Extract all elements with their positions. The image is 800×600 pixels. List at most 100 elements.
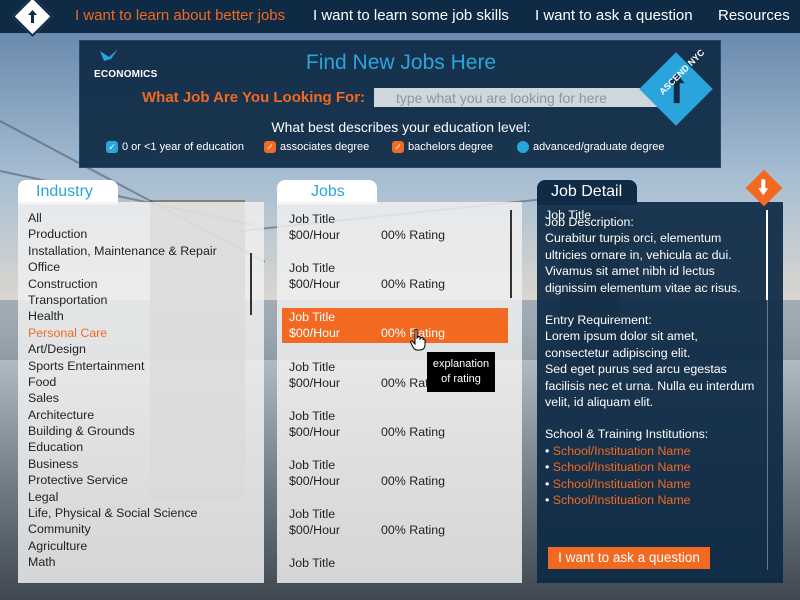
- job-list-item[interactable]: Job Title $00/Hour 00% Rating: [282, 259, 508, 294]
- edu-option-none[interactable]: ✓ 0 or <1 year of education: [106, 141, 244, 153]
- industry-item[interactable]: Business: [28, 456, 217, 472]
- school-link[interactable]: School/Instituation Name: [553, 477, 691, 491]
- description-text: Curabitur turpis orci, elementum ultrici…: [545, 231, 741, 295]
- nav-better-jobs[interactable]: I want to learn about better jobs: [75, 7, 285, 24]
- industry-item[interactable]: Food: [28, 374, 217, 390]
- job-detail-body: Job Description: Curabitur turpis orci, …: [545, 214, 765, 509]
- jobs-scrollbar[interactable]: [510, 210, 512, 298]
- school-list-item: • School/Instituation Name: [545, 459, 765, 475]
- bullet-icon: •: [545, 443, 553, 458]
- job-pay: $00/Hour: [289, 424, 340, 439]
- checkbox-unchecked-icon[interactable]: [517, 141, 529, 153]
- school-list-item: • School/Instituation Name: [545, 443, 765, 459]
- school-list: • School/Instituation Name • School/Insti…: [545, 443, 765, 509]
- school-link[interactable]: School/Instituation Name: [553, 493, 691, 507]
- search-header-panel: ECONOMICS Find New Jobs Here What Job Ar…: [79, 40, 721, 168]
- industry-item[interactable]: Personal Care: [28, 325, 217, 341]
- school-link[interactable]: School/Instituation Name: [553, 444, 691, 458]
- industry-item[interactable]: Legal: [28, 489, 217, 505]
- job-title: Job Title: [289, 212, 336, 226]
- nav-resources[interactable]: Resources: [718, 7, 790, 24]
- industry-scrollbar[interactable]: [250, 253, 252, 315]
- industry-item[interactable]: Construction: [28, 276, 217, 292]
- industry-item[interactable]: Sales: [28, 390, 217, 406]
- job-pay: $00/Hour: [289, 277, 340, 292]
- industry-item[interactable]: Life, Physical & Social Science: [28, 505, 217, 521]
- edu-option-associates[interactable]: ✓ associates degree: [264, 141, 369, 153]
- checkbox-checked-icon[interactable]: ✓: [106, 141, 118, 153]
- job-title: Job Title: [289, 408, 336, 423]
- bullet-icon: •: [545, 476, 553, 491]
- industry-list: All Production Installation, Maintenance &…: [28, 210, 217, 571]
- job-rating: 00% Rating: [381, 228, 446, 242]
- edu-option-graduate[interactable]: advanced/graduate degree: [517, 141, 665, 153]
- job-pay: $00/Hour: [289, 523, 340, 538]
- search-label: What Job Are You Looking For:: [142, 89, 366, 106]
- job-list-item[interactable]: Job Title $00/Hour 00% Rating: [282, 210, 508, 245]
- nav-ask-question[interactable]: I want to ask a question: [535, 7, 693, 24]
- job-search-input[interactable]: [374, 88, 657, 107]
- description-heading: Job Description:: [545, 215, 634, 229]
- job-pay: $00/Hour: [289, 326, 340, 341]
- job-list-item[interactable]: Job Title $00/Hour 00% Rating: [282, 505, 508, 540]
- industry-item[interactable]: Art/Design: [28, 341, 217, 357]
- hand-cursor-icon: [410, 329, 426, 351]
- bullet-icon: •: [545, 460, 553, 475]
- job-title: Job Title: [289, 458, 336, 472]
- job-title: Job Title: [289, 261, 336, 276]
- job-rating: 00% Rating: [381, 424, 446, 439]
- jobs-list-panel: Job Title $00/Hour 00% Rating Job Title $00/…: [277, 202, 522, 583]
- job-title: Job Title: [289, 556, 336, 571]
- ask-question-button[interactable]: I want to ask a question: [548, 547, 710, 569]
- industry-list-panel: All Production Installation, Maintenance &…: [18, 202, 264, 583]
- industry-item[interactable]: Installation, Maintenance & Repair: [28, 243, 217, 259]
- bullet-icon: •: [545, 493, 553, 508]
- job-detail-panel: Job Title Job Description: Curabitur tur…: [537, 202, 783, 583]
- job-title: Job Title: [289, 507, 336, 522]
- industry-item[interactable]: Transportation: [28, 292, 217, 308]
- rating-explanation-tooltip: explanation of rating: [427, 352, 495, 392]
- job-rating: 00% Rat: [381, 375, 429, 390]
- industry-item[interactable]: Community: [28, 521, 217, 537]
- school-list-item: • School/Instituation Name: [545, 492, 765, 508]
- detail-scrollbar[interactable]: [766, 210, 768, 300]
- job-title: Job Title: [289, 359, 336, 374]
- top-navigation: I want to learn about better jobs I want…: [0, 0, 800, 38]
- detail-scroll-track: [767, 300, 768, 570]
- job-list-item[interactable]: Job Title $00/Hour 00% Rating: [282, 308, 508, 344]
- industry-item[interactable]: Math: [28, 554, 217, 570]
- requirement-text-2: Sed eget purus sed arcu egestas facilisi…: [545, 362, 755, 410]
- schools-heading: School & Training Institutions:: [545, 427, 709, 442]
- industry-item[interactable]: Education: [28, 439, 217, 455]
- school-list-item: • School/Instituation Name: [545, 476, 765, 492]
- job-rating: 00% Rating: [381, 474, 446, 488]
- job-pay: $00/Hour: [289, 474, 340, 488]
- page-title: Find New Jobs Here: [305, 51, 497, 74]
- job-pay: $00/Hour: [289, 228, 340, 242]
- industry-item[interactable]: Agriculture: [28, 538, 217, 554]
- job-pay: $00/Hour: [289, 375, 340, 390]
- edu-option-bachelors[interactable]: ✓ bachelors degree: [392, 141, 493, 153]
- job-list-item[interactable]: Job Title $00/Hour 00% Rating: [282, 456, 508, 491]
- industry-item[interactable]: Health: [28, 308, 217, 324]
- industry-item[interactable]: Sports Entertainment: [28, 358, 217, 374]
- nav-job-skills[interactable]: I want to learn some job skills: [313, 7, 509, 24]
- job-rating: 00% Rating: [381, 523, 446, 538]
- ascend-nyc-logo-icon[interactable]: [11, 0, 54, 38]
- job-list-item[interactable]: Job Title: [282, 554, 508, 589]
- industry-item[interactable]: Building & Grounds: [28, 423, 217, 439]
- industry-item[interactable]: Protective Service: [28, 472, 217, 488]
- job-list-item[interactable]: Job Title $00/Hour 00% Rating: [282, 407, 508, 442]
- industry-item[interactable]: All: [28, 210, 217, 226]
- education-question: What best describes your education level…: [271, 119, 531, 135]
- job-rating: 00% Rating: [381, 277, 446, 292]
- industry-item[interactable]: Office: [28, 259, 217, 275]
- school-link[interactable]: School/Instituation Name: [553, 460, 691, 474]
- industry-item[interactable]: Architecture: [28, 407, 217, 423]
- checkbox-checked-icon[interactable]: ✓: [392, 141, 404, 153]
- checkbox-checked-icon[interactable]: ✓: [264, 141, 276, 153]
- requirement-heading: Entry Requirement:: [545, 313, 652, 328]
- requirement-text: Lorem ipsum dolor sit amet, consectetur …: [545, 329, 698, 360]
- job-title: Job Title: [289, 310, 336, 325]
- industry-item[interactable]: Production: [28, 226, 217, 242]
